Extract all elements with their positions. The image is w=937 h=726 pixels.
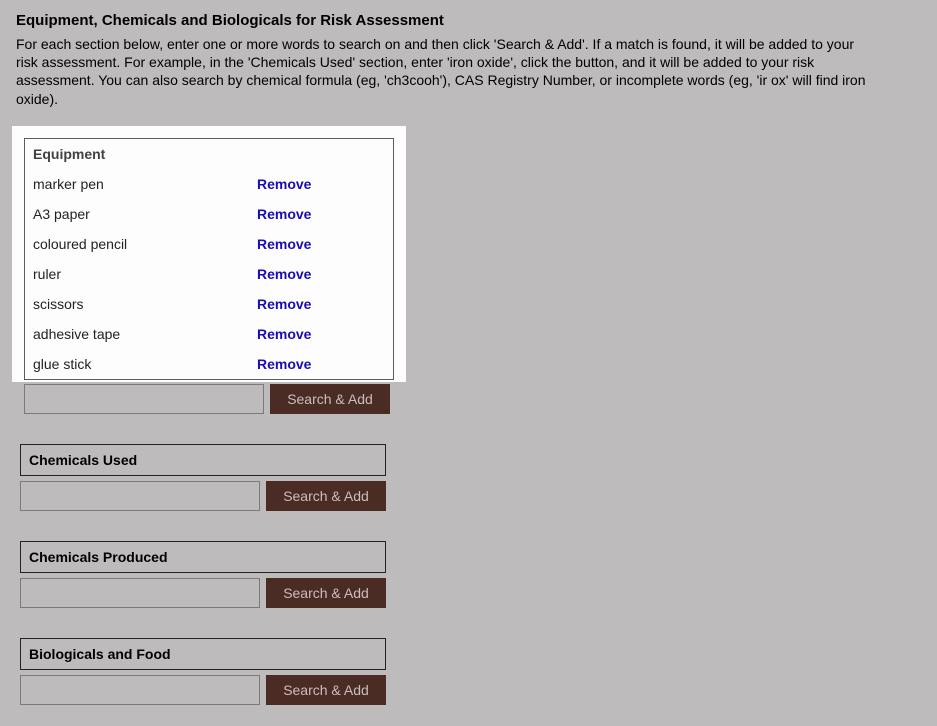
section-equipment: Equipment marker pen Remove A3 paper Rem… bbox=[16, 126, 921, 414]
chemicals-produced-search-row: Search & Add bbox=[20, 578, 921, 608]
biologicals-panel: Biologicals and Food bbox=[20, 638, 386, 670]
section-biologicals: Biologicals and Food Search & Add bbox=[20, 638, 921, 705]
equipment-item-name: A3 paper bbox=[33, 206, 257, 222]
remove-link[interactable]: Remove bbox=[257, 296, 311, 312]
equipment-item-name: scissors bbox=[33, 296, 257, 312]
equipment-item-name: adhesive tape bbox=[33, 326, 257, 342]
equipment-item-row: adhesive tape Remove bbox=[25, 319, 393, 349]
chemicals-produced-panel: Chemicals Produced bbox=[20, 541, 386, 573]
equipment-item-row: ruler Remove bbox=[25, 259, 393, 289]
equipment-highlight-wrapper: Equipment marker pen Remove A3 paper Rem… bbox=[12, 126, 406, 382]
remove-link[interactable]: Remove bbox=[257, 206, 311, 222]
chemicals-used-search-input[interactable] bbox=[20, 481, 260, 511]
equipment-item-name: ruler bbox=[33, 266, 257, 282]
equipment-panel: Equipment marker pen Remove A3 paper Rem… bbox=[24, 138, 394, 380]
equipment-search-add-button[interactable]: Search & Add bbox=[270, 384, 390, 414]
equipment-item-row: glue stick Remove bbox=[25, 349, 393, 379]
equipment-search-input[interactable] bbox=[24, 384, 264, 414]
biologicals-panel-title: Biologicals and Food bbox=[21, 639, 385, 669]
chemicals-produced-panel-title: Chemicals Produced bbox=[21, 542, 385, 572]
section-chemicals-used: Chemicals Used Search & Add bbox=[20, 444, 921, 511]
remove-link[interactable]: Remove bbox=[257, 236, 311, 252]
chemicals-used-panel: Chemicals Used bbox=[20, 444, 386, 476]
equipment-search-row: Search & Add bbox=[24, 384, 921, 414]
remove-link[interactable]: Remove bbox=[257, 356, 311, 372]
chemicals-used-panel-title: Chemicals Used bbox=[21, 445, 385, 475]
equipment-item-row: A3 paper Remove bbox=[25, 199, 393, 229]
equipment-panel-title: Equipment bbox=[25, 139, 393, 169]
chemicals-used-search-add-button[interactable]: Search & Add bbox=[266, 481, 386, 511]
remove-link[interactable]: Remove bbox=[257, 266, 311, 282]
equipment-item-name: marker pen bbox=[33, 176, 257, 192]
chemicals-produced-search-add-button[interactable]: Search & Add bbox=[266, 578, 386, 608]
biologicals-search-add-button[interactable]: Search & Add bbox=[266, 675, 386, 705]
equipment-item-row: marker pen Remove bbox=[25, 169, 393, 199]
intro-text: For each section below, enter one or mor… bbox=[16, 35, 876, 108]
remove-link[interactable]: Remove bbox=[257, 176, 311, 192]
remove-link[interactable]: Remove bbox=[257, 326, 311, 342]
page-title: Equipment, Chemicals and Biologicals for… bbox=[16, 12, 921, 29]
biologicals-search-input[interactable] bbox=[20, 675, 260, 705]
equipment-item-row: scissors Remove bbox=[25, 289, 393, 319]
section-chemicals-produced: Chemicals Produced Search & Add bbox=[20, 541, 921, 608]
equipment-item-row: coloured pencil Remove bbox=[25, 229, 393, 259]
equipment-item-name: coloured pencil bbox=[33, 236, 257, 252]
chemicals-used-search-row: Search & Add bbox=[20, 481, 921, 511]
biologicals-search-row: Search & Add bbox=[20, 675, 921, 705]
risk-assessment-page: Equipment, Chemicals and Biologicals for… bbox=[0, 0, 937, 705]
equipment-item-name: glue stick bbox=[33, 356, 257, 372]
chemicals-produced-search-input[interactable] bbox=[20, 578, 260, 608]
